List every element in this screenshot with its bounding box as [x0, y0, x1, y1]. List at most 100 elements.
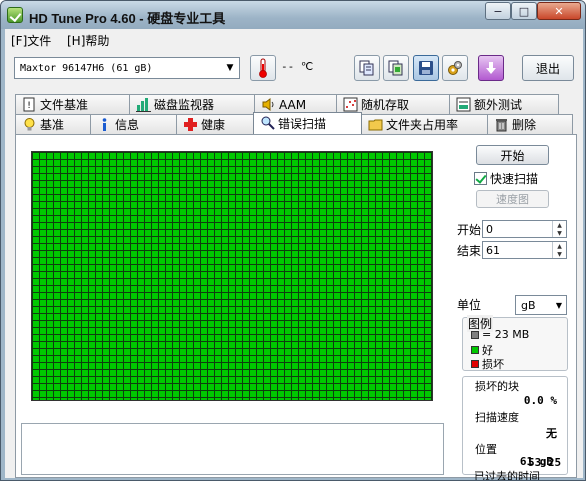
folder-icon [368, 119, 383, 131]
save-icon [419, 61, 433, 75]
tab-info-label: 信息 [115, 118, 140, 132]
legend-block-size: = 23 MB [471, 328, 529, 341]
unit-select-value: gB [521, 298, 536, 312]
disk-monitor-icon [136, 98, 151, 112]
end-position-label: 结束 [457, 244, 482, 258]
tab-erase-label: 删除 [512, 118, 537, 132]
svg-text:!: ! [27, 101, 31, 111]
tab-aam-label: AAM [279, 97, 307, 112]
maximize-icon: □ [518, 4, 530, 18]
legend-swatch [471, 360, 479, 368]
copy-screen-icon [388, 60, 403, 76]
options-button[interactable] [442, 55, 468, 81]
start-position-field[interactable]: 0 ▲ ▼ [482, 220, 567, 238]
copy-screen-button[interactable] [383, 55, 409, 81]
menu-file[interactable]: [F]文件 [11, 32, 51, 49]
tab-benchmark[interactable]: 基准 [15, 114, 91, 134]
tab-row-top: ! 文件基准 磁盘监视器 AAM 随机存取 额外测试 [15, 94, 577, 114]
tab-row-bottom: 基准 信息 健康 错误扫描 文件夹占用率 删除 [15, 112, 577, 134]
tab-health-label: 健康 [201, 118, 226, 132]
lightbulb-icon [24, 118, 35, 131]
toolbar: Maxtor 96147H6 (61 gB) ▼ -- ℃ 退出 [5, 51, 583, 85]
menu-bar: [F]文件 [H]帮助 [5, 29, 583, 49]
extra-tests-icon [456, 97, 471, 112]
legend-swatch [471, 330, 479, 339]
maximize-button[interactable]: □ [511, 2, 537, 20]
tab-aam[interactable]: AAM [254, 94, 337, 114]
drive-select-value: Maxtor 96147H6 (61 gB) [20, 62, 153, 74]
tab-folder-usage-label: 文件夹占用率 [386, 118, 459, 132]
minimize-button[interactable]: − [485, 2, 511, 20]
block-map [31, 151, 433, 401]
minimize-icon: − [493, 4, 503, 18]
close-button[interactable]: ✕ [537, 2, 581, 20]
scan-log-area [21, 423, 444, 475]
legend-block-size-label: = 23 MB [482, 328, 530, 341]
bad-blocks-label: 损坏的块 [475, 380, 519, 393]
drive-select[interactable]: Maxtor 96147H6 (61 gB) ▼ [14, 57, 240, 79]
app-window: HD Tune Pro 4.60 - 硬盘专业工具 − □ ✕ [F]文件 [H… [0, 0, 586, 481]
tab-error-scan-label: 错误扫描 [278, 117, 327, 131]
error-scan-panel: 开始 快速扫描 速度图 开始 0 ▲ ▼ 结束 61 ▲ ▼ 单位 gB ▼ 图… [15, 134, 577, 481]
quick-scan-checkbox[interactable] [474, 172, 487, 185]
temperature-button[interactable] [250, 55, 276, 81]
close-icon: ✕ [554, 4, 564, 18]
tab-erase[interactable]: 删除 [487, 114, 573, 134]
trash-icon [496, 119, 507, 132]
tab-benchmark-label: 基准 [40, 118, 65, 132]
chevron-down-icon: ▼ [555, 300, 563, 310]
tab-extra-tests[interactable]: 额外测试 [449, 94, 559, 114]
legend-box: 图例 = 23 MB 好 损坏 [462, 315, 568, 372]
legend-swatch [471, 346, 479, 354]
copy-text-icon [359, 60, 374, 76]
start-position-label: 开始 [457, 223, 482, 237]
tab-file-benchmark[interactable]: ! 文件基准 [15, 94, 130, 114]
tab-random-access[interactable]: 随机存取 [336, 94, 450, 114]
unit-select[interactable]: gB ▼ [515, 295, 567, 315]
end-position-field[interactable]: 61 ▲ ▼ [482, 241, 567, 259]
tab-random-access-label: 随机存取 [361, 98, 410, 112]
save-button[interactable] [413, 55, 439, 81]
window-title: HD Tune Pro 4.60 - 硬盘专业工具 [29, 11, 226, 26]
speaker-icon [262, 98, 274, 111]
unit-label: 单位 [457, 298, 482, 312]
exit-button[interactable]: 退出 [522, 55, 574, 81]
tab-folder-usage[interactable]: 文件夹占用率 [361, 114, 488, 134]
start-scan-button[interactable]: 开始 [476, 145, 549, 165]
legend-damaged: 损坏 [471, 356, 504, 372]
title-bar[interactable]: HD Tune Pro 4.60 - 硬盘专业工具 − □ ✕ [1, 1, 585, 29]
info-icon [102, 118, 107, 131]
temperature-readout: -- ℃ [281, 60, 314, 73]
copy-text-button[interactable] [354, 55, 380, 81]
tab-disk-monitor[interactable]: 磁盘监视器 [129, 94, 255, 114]
health-cross-icon [184, 118, 197, 131]
legend-damaged-label: 损坏 [482, 358, 504, 371]
spinner-arrows-icon[interactable]: ▲ ▼ [552, 242, 566, 258]
quick-scan-label: 快速扫描 [490, 172, 539, 186]
scan-speed-value: 无 [546, 427, 557, 440]
file-benchmark-icon: ! [23, 97, 35, 112]
client-area: [F]文件 [H]帮助 Maxtor 96147H6 (61 gB) ▼ -- … [5, 29, 583, 481]
chevron-down-icon: ▼ [226, 63, 234, 73]
options-icon [448, 61, 462, 75]
speed-map-button[interactable]: 速度图 [476, 190, 549, 208]
download-button[interactable] [478, 55, 504, 81]
hdtune-app-icon [7, 7, 23, 23]
tab-disk-monitor-label: 磁盘监视器 [154, 98, 215, 112]
tab-file-benchmark-label: 文件基准 [40, 98, 89, 112]
tab-info[interactable]: 信息 [90, 114, 177, 134]
thermometer-icon [259, 58, 267, 78]
random-access-icon [343, 97, 358, 112]
position-label: 位置 [475, 443, 497, 456]
elapsed-label: 已过去的时间 [474, 470, 540, 481]
tab-health[interactable]: 健康 [176, 114, 254, 134]
start-position-value: 0 [486, 222, 493, 236]
elapsed-value: 53:25 [528, 456, 562, 469]
bad-blocks-value: 0.0 % [523, 394, 557, 407]
tab-error-scan[interactable]: 错误扫描 [253, 112, 362, 134]
spinner-arrows-icon[interactable]: ▲ ▼ [552, 221, 566, 237]
tab-extra-tests-label: 额外测试 [474, 98, 523, 112]
magnifier-icon [261, 116, 275, 130]
menu-help[interactable]: [H]帮助 [67, 32, 109, 49]
quick-scan-option[interactable]: 快速扫描 [474, 170, 538, 187]
